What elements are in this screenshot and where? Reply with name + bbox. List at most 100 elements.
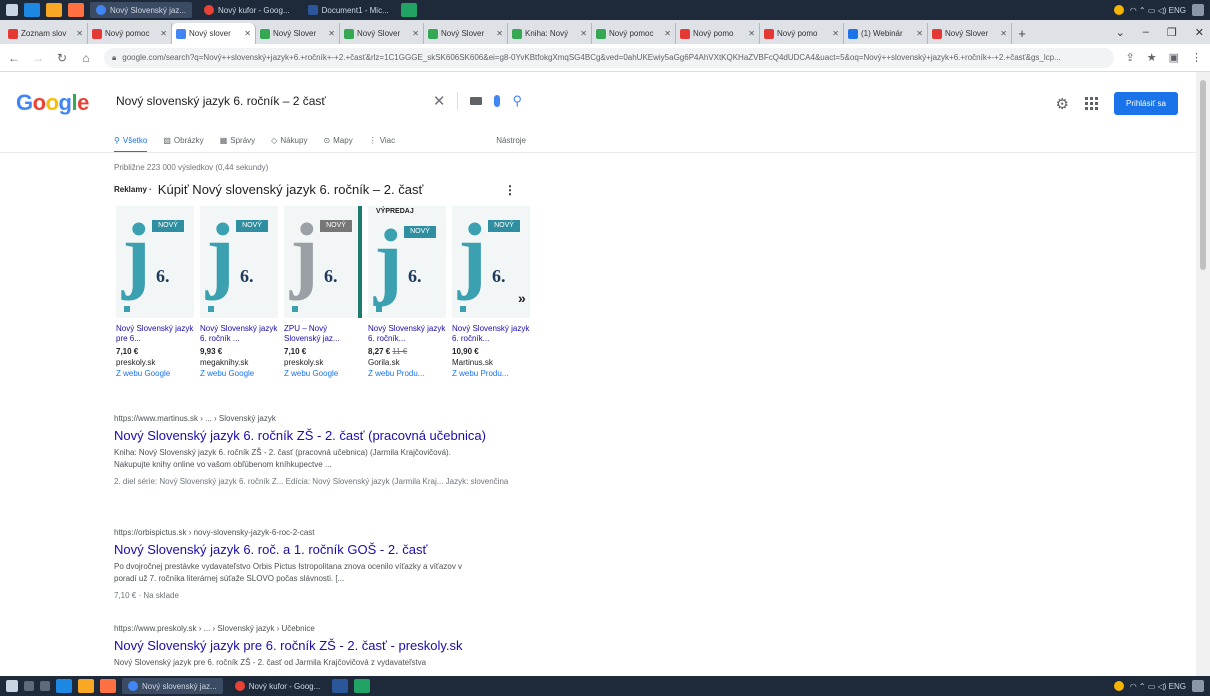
apps-grid-icon[interactable]: [1085, 97, 1098, 110]
product-name[interactable]: Nový Slovenský jazyk pre 6...: [116, 324, 194, 344]
tab-close-icon[interactable]: ✕: [496, 29, 503, 38]
sign-in-button[interactable]: Prihlásiť sa: [1114, 92, 1178, 115]
weather-icon[interactable]: [1113, 681, 1124, 691]
keyboard-icon[interactable]: [470, 97, 483, 105]
notifications-icon[interactable]: [1192, 4, 1204, 16]
firefox-icon[interactable]: [100, 679, 116, 693]
result-url[interactable]: https://www.preskoly.sk › ... › Slovensk…: [114, 624, 484, 633]
result-title[interactable]: Nový Slovenský jazyk pre 6. ročník ZŠ - …: [114, 638, 484, 653]
product-card[interactable]: j NOVÝ 6. Nový Slovenský jazyk pre 6... 7,…: [116, 206, 194, 378]
browser-tab[interactable]: Kniha: Nový ✕: [508, 23, 592, 44]
edge-icon[interactable]: [56, 679, 72, 693]
notifications-icon[interactable]: [1192, 680, 1204, 692]
carousel-next-icon[interactable]: »: [518, 290, 526, 306]
product-card[interactable]: j NOVÝ 6. ZPU – Nový Slovenský jaz... 7,10…: [284, 206, 362, 378]
result-url[interactable]: https://www.martinus.sk › ... › Slovensk…: [114, 414, 484, 423]
search-box[interactable]: Nový slovenský jazyk 6. ročník – 2 časť …: [104, 86, 532, 116]
taskbar-app-chrome-2[interactable]: Nový kufor - Goog...: [229, 678, 327, 694]
task-view-icon[interactable]: [40, 681, 50, 691]
tools-button[interactable]: Nástroje: [496, 130, 526, 150]
book-cover-image[interactable]: j NOVÝ 6.: [284, 206, 362, 318]
search-taskbar-icon[interactable]: [24, 681, 34, 691]
folder-icon[interactable]: [78, 679, 94, 693]
excel-icon[interactable]: [354, 679, 371, 693]
tab-more[interactable]: ⋮ Viac: [369, 130, 395, 150]
scrollbar-thumb[interactable]: [1200, 80, 1206, 270]
google-logo[interactable]: Google: [16, 90, 89, 116]
url-field[interactable]: 🔒︎ google.com/search?q=Nový++slovenský+j…: [104, 47, 1114, 68]
taskbar-app-chrome-2[interactable]: Nový kufor - Goog...: [198, 2, 296, 18]
browser-tab[interactable]: Nový Slover ✕: [340, 23, 424, 44]
tab-news[interactable]: ▦ Správy: [220, 130, 255, 150]
system-tray[interactable]: ◠ ⌃ ▭ ◁) ENG: [1130, 682, 1186, 691]
browser-tab[interactable]: Nový Slover ✕: [256, 23, 340, 44]
result-url[interactable]: https://orbispictus.sk › novy-slovensky-…: [114, 528, 484, 537]
browser-tab[interactable]: Nový pomoc ✕: [592, 23, 676, 44]
taskbar-app-chrome-1[interactable]: Nový Slovenský jaz...: [90, 2, 193, 18]
browser-tab[interactable]: Nový pomo ✕: [760, 23, 844, 44]
result-title[interactable]: Nový Slovenský jazyk 6. roč. a 1. ročník…: [114, 542, 484, 557]
tab-close-icon[interactable]: ✕: [664, 29, 671, 38]
tab-all[interactable]: ⚲ Všetko: [114, 130, 148, 153]
share-icon[interactable]: ⇪: [1126, 51, 1135, 64]
tab-close-icon[interactable]: ✕: [832, 29, 839, 38]
menu-kebab-icon[interactable]: ⋮: [1191, 51, 1202, 64]
browser-tab[interactable]: Nový pomoc ✕: [88, 23, 172, 44]
browser-tab[interactable]: Zoznam slov ✕: [4, 23, 88, 44]
reload-icon[interactable]: ↻: [56, 51, 68, 65]
gear-icon[interactable]: ⚙: [1056, 95, 1069, 113]
clear-icon[interactable]: ✕: [433, 92, 446, 110]
tab-maps[interactable]: ⊙ Mapy: [323, 130, 352, 150]
tab-close-icon[interactable]: ✕: [1000, 29, 1007, 38]
system-tray[interactable]: ◠ ⌃ ▭ ◁) ENG: [1130, 6, 1186, 15]
tab-close-icon[interactable]: ✕: [244, 29, 251, 38]
home-icon[interactable]: ⌂: [80, 51, 92, 65]
book-cover-image[interactable]: VÝPREDAJ j NOVÝ 6.: [368, 206, 446, 318]
back-icon[interactable]: ←: [8, 51, 20, 65]
excel-icon[interactable]: [400, 3, 417, 17]
start-icon[interactable]: [6, 4, 18, 16]
browser-tab[interactable]: (1) Webinár ✕: [844, 23, 928, 44]
search-icon[interactable]: ⚲: [512, 93, 522, 109]
product-card[interactable]: VÝPREDAJ j NOVÝ 6. Nový Slovenský jazyk 6. …: [368, 206, 446, 378]
microphone-icon[interactable]: [494, 95, 501, 107]
browser-tab[interactable]: Nový Slover ✕: [928, 23, 1012, 44]
browser-tab[interactable]: Nový pomo ✕: [676, 23, 760, 44]
maximize-icon[interactable]: ❐: [1167, 26, 1177, 39]
product-name[interactable]: Nový Slovenský jazyk 6. ročník...: [452, 324, 530, 344]
edge-icon[interactable]: [24, 3, 40, 17]
browser-tab[interactable]: Nový Slover ✕: [424, 23, 508, 44]
product-name[interactable]: Nový Slovenský jazyk 6. ročník ...: [200, 324, 278, 344]
result-title[interactable]: Nový Slovenský jazyk 6. ročník ZŠ - 2. č…: [114, 428, 486, 443]
product-card[interactable]: j NOVÝ 6. Nový Slovenský jazyk 6. ročník .…: [200, 206, 278, 378]
tab-close-icon[interactable]: ✕: [748, 29, 755, 38]
taskbar-app-word[interactable]: Document1 - Mic...: [302, 2, 395, 18]
ads-info-icon[interactable]: ⋮: [504, 183, 516, 197]
weather-icon[interactable]: [1113, 5, 1124, 15]
firefox-icon[interactable]: [68, 3, 84, 17]
tab-images[interactable]: ▨ Obrázky: [163, 130, 203, 150]
tab-search-icon[interactable]: ⌄: [1116, 26, 1125, 39]
book-cover-image[interactable]: j NOVÝ 6.: [116, 206, 194, 318]
tab-close-icon[interactable]: ✕: [160, 29, 167, 38]
search-input[interactable]: Nový slovenský jazyk 6. ročník – 2 časť: [116, 94, 433, 108]
tab-shopping[interactable]: ◇ Nákupy: [271, 130, 307, 150]
bookmark-star-icon[interactable]: ★: [1147, 51, 1157, 64]
close-window-icon[interactable]: ✕: [1195, 26, 1204, 39]
product-name[interactable]: Nový Slovenský jazyk 6. ročník...: [368, 324, 446, 344]
start-icon[interactable]: [6, 680, 18, 692]
new-tab-button[interactable]: +: [1012, 23, 1032, 44]
book-cover-image[interactable]: j NOVÝ 6.: [200, 206, 278, 318]
forward-icon[interactable]: →: [32, 51, 44, 65]
tab-close-icon[interactable]: ✕: [328, 29, 335, 38]
folder-icon[interactable]: [46, 3, 62, 17]
browser-tab[interactable]: Nový slover ✕: [172, 23, 256, 44]
extension-icon[interactable]: ▣: [1169, 51, 1179, 64]
product-name[interactable]: ZPU – Nový Slovenský jaz...: [284, 324, 362, 344]
tab-close-icon[interactable]: ✕: [412, 29, 419, 38]
tab-close-icon[interactable]: ✕: [76, 29, 83, 38]
minimize-icon[interactable]: –: [1143, 26, 1149, 39]
tab-close-icon[interactable]: ✕: [580, 29, 587, 38]
word-icon[interactable]: [332, 679, 349, 693]
taskbar-app-chrome-1[interactable]: Nový slovenský jaz...: [122, 678, 223, 694]
